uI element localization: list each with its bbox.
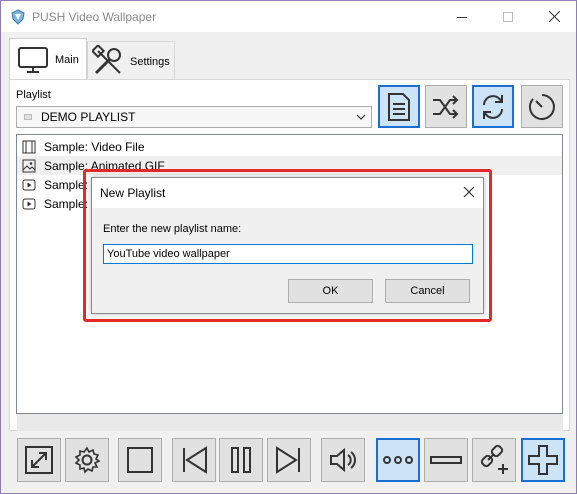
close-button[interactable] [531, 1, 577, 32]
list-item-label: Sample: Video File [44, 139, 145, 154]
timer-icon [528, 93, 555, 120]
volume-icon [330, 447, 356, 473]
tab-main[interactable]: Main [9, 38, 87, 80]
tab-main-label: Main [55, 53, 79, 66]
gear-icon [74, 446, 101, 474]
previous-button[interactable] [172, 438, 216, 482]
timer-button[interactable] [521, 85, 563, 128]
monitor-icon [18, 46, 48, 73]
pause-icon [231, 447, 251, 473]
skip-back-icon [183, 446, 207, 474]
cancel-button[interactable]: Cancel [385, 279, 470, 303]
minimize-button[interactable] [439, 1, 485, 32]
volume-button[interactable] [321, 438, 365, 482]
playlist-manage-button[interactable] [378, 85, 420, 128]
more-icon [383, 456, 413, 464]
app-logo-icon [11, 8, 25, 25]
repeat-icon [483, 94, 503, 119]
maximize-button[interactable] [485, 1, 531, 32]
minimize-icon [457, 16, 467, 18]
repeat-button[interactable] [472, 85, 514, 128]
plus-icon [528, 445, 558, 475]
expand-icon [25, 446, 53, 474]
document-icon [388, 92, 410, 121]
film-icon [22, 140, 36, 153]
horizontal-scrollbar[interactable] [17, 414, 563, 431]
close-icon [548, 11, 560, 22]
image-icon [22, 159, 36, 172]
shuffle-icon [433, 94, 459, 119]
dialog-title: New Playlist [100, 186, 166, 200]
fullscreen-button[interactable] [17, 438, 61, 482]
maximize-icon [503, 11, 513, 22]
dialog-prompt: Enter the new playlist name: [103, 223, 242, 235]
next-button[interactable] [267, 438, 311, 482]
settings-button[interactable] [65, 438, 109, 482]
tools-icon [92, 44, 121, 74]
dialog-close-icon[interactable] [463, 186, 475, 198]
list-item[interactable]: Sample: Video File [17, 137, 562, 156]
shuffle-button[interactable] [425, 85, 467, 128]
play-icon [22, 198, 36, 209]
tab-settings[interactable]: Settings [87, 41, 175, 81]
more-options-button[interactable] [376, 438, 420, 482]
playlist-selected: DEMO PLAYLIST [41, 110, 136, 124]
skip-forward-icon [276, 446, 300, 474]
remove-button[interactable] [424, 438, 468, 482]
playlist-select[interactable]: DEMO PLAYLIST [16, 106, 372, 128]
playlist-name-input[interactable]: YouTube video wallpaper [103, 244, 473, 264]
stop-button[interactable] [118, 438, 162, 482]
link-add-icon [480, 444, 508, 474]
chevron-down-icon [356, 114, 366, 120]
ok-button[interactable]: OK [288, 279, 373, 303]
tab-settings-label: Settings [130, 55, 170, 68]
add-url-button[interactable] [472, 438, 516, 482]
playlist-label: Playlist [16, 89, 51, 101]
pause-button[interactable] [219, 438, 263, 482]
new-playlist-dialog: New Playlist Enter the new playlist name… [91, 177, 484, 314]
minus-icon [430, 456, 462, 464]
stop-icon [127, 447, 153, 473]
add-file-button[interactable] [521, 438, 565, 482]
window-title: PUSH Video Wallpaper [32, 9, 157, 24]
dialog-title-bar: New Playlist [92, 178, 483, 208]
playlist-color-swatch [24, 114, 32, 120]
play-icon [22, 179, 36, 190]
